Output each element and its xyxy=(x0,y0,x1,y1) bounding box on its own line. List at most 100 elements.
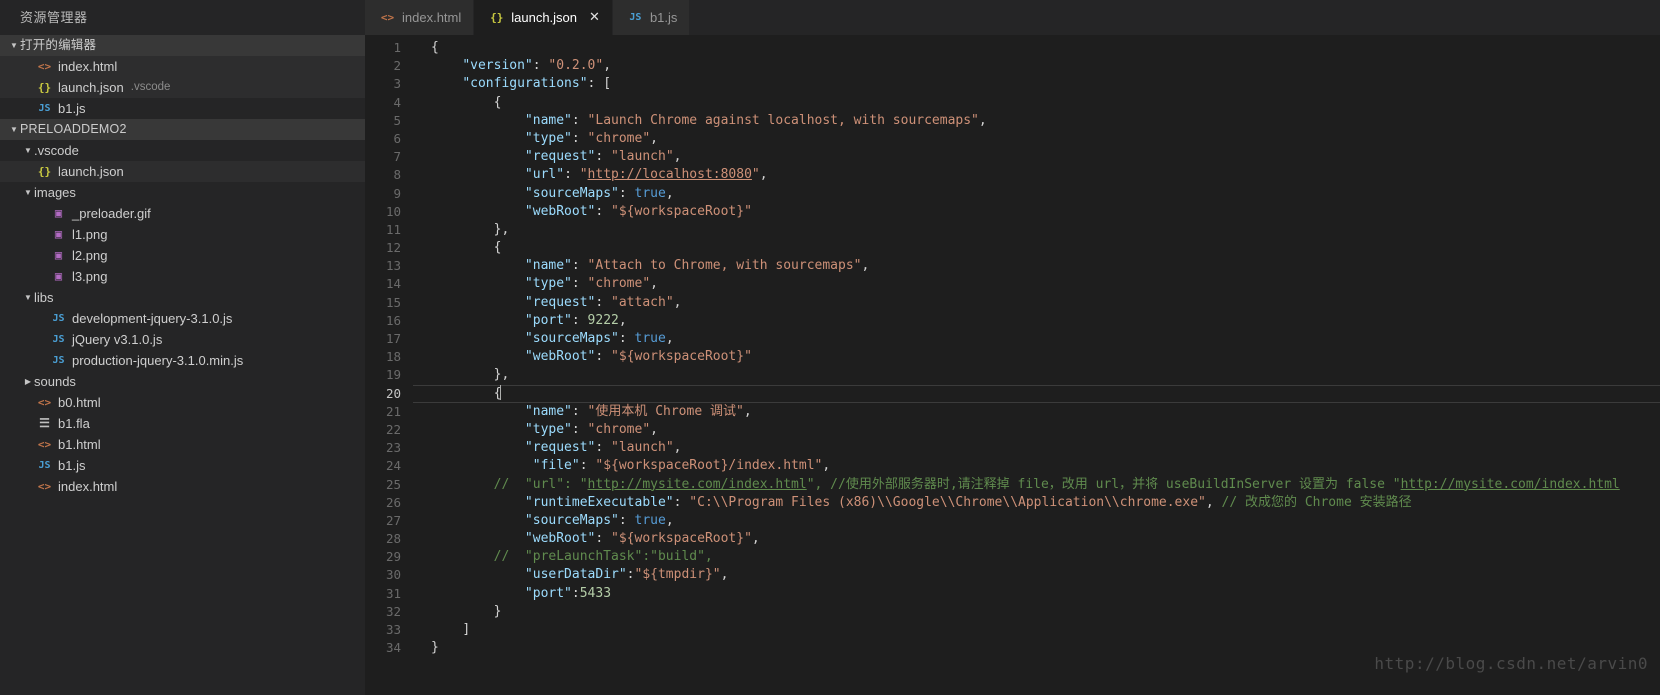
js-icon: JS xyxy=(36,98,53,119)
editor-area: <>index.html{}launch.json✕JSb1.js 1{2 "v… xyxy=(365,0,1660,695)
tree-file[interactable]: ☰b1.fla xyxy=(0,413,365,434)
chevron-down-icon[interactable]: ▼ xyxy=(22,287,34,308)
token-punc: : xyxy=(627,567,635,582)
html-icon: <> xyxy=(379,11,396,24)
token-punc: : xyxy=(619,186,635,201)
line-number: 12 xyxy=(365,239,401,257)
js-icon: JS xyxy=(50,350,67,371)
image-icon: ▣ xyxy=(50,245,67,266)
image-icon: ▣ xyxy=(50,203,67,224)
tree-file[interactable]: ▣_preloader.gif xyxy=(0,203,365,224)
close-icon[interactable]: ✕ xyxy=(589,10,600,25)
tree-file[interactable]: JSdevelopment-jquery-3.1.0.js xyxy=(0,308,365,329)
vscode-workbench: 资源管理器 ▼ 打开的编辑器 <>index.html{}launch.json… xyxy=(0,0,1660,695)
token-key: "userDataDir" xyxy=(525,567,627,582)
code-text: ] xyxy=(431,621,470,639)
open-editor-item[interactable]: JSb1.js xyxy=(0,98,365,119)
token-punc: : xyxy=(564,167,580,182)
tree-file[interactable]: ▣l2.png xyxy=(0,245,365,266)
line-number: 22 xyxy=(365,421,401,439)
chevron-down-icon[interactable]: ▼ xyxy=(22,182,34,203)
token-comlink[interactable]: http://mysite.com/index.html xyxy=(588,477,807,492)
code-text: "request": "launch", xyxy=(431,439,681,457)
text-cursor xyxy=(500,385,501,400)
tree-folder[interactable]: ▶sounds xyxy=(0,371,365,392)
tree-file[interactable]: ▣l1.png xyxy=(0,224,365,245)
token-punc: : xyxy=(572,258,588,273)
editor-tab[interactable]: JSb1.js xyxy=(613,0,690,35)
token-num: 9222 xyxy=(588,313,619,328)
token-plain xyxy=(431,331,525,346)
open-editor-item[interactable]: <>index.html xyxy=(0,56,365,77)
code-text: "request": "attach", xyxy=(431,294,681,312)
token-str: " xyxy=(752,167,760,182)
token-key: "webRoot" xyxy=(525,204,595,219)
tree-file[interactable]: JSb1.js xyxy=(0,455,365,476)
code-line: 13 "name": "Attach to Chrome, with sourc… xyxy=(365,257,1660,275)
token-punc: : xyxy=(619,513,635,528)
tree-folder[interactable]: ▼images xyxy=(0,182,365,203)
html-icon: <> xyxy=(36,476,53,497)
token-punc: , xyxy=(650,131,658,146)
token-key: "type" xyxy=(525,131,572,146)
tree-item-label: b0.html xyxy=(58,392,101,413)
editor-tab[interactable]: {}launch.json✕ xyxy=(474,0,613,35)
token-key: "webRoot" xyxy=(525,531,595,546)
token-str: "${workspaceRoot}" xyxy=(611,531,752,546)
open-editors-list: <>index.html{}launch.json.vscodeJSb1.js xyxy=(0,56,365,119)
tree-folder[interactable]: ▼.vscode xyxy=(0,140,365,161)
code-line: 6 "type": "chrome", xyxy=(365,130,1660,148)
token-punc: : xyxy=(572,131,588,146)
html-icon: <> xyxy=(36,434,53,455)
open-editor-label: launch.json xyxy=(58,77,124,98)
line-number: 32 xyxy=(365,603,401,621)
token-plain xyxy=(431,95,494,110)
tree-folder[interactable]: ▼libs xyxy=(0,287,365,308)
tree-file[interactable]: JSproduction-jquery-3.1.0.min.js xyxy=(0,350,365,371)
chevron-right-icon[interactable]: ▶ xyxy=(22,371,34,392)
tree-file[interactable]: ▣l3.png xyxy=(0,266,365,287)
tree-file[interactable]: JSjQuery v3.1.0.js xyxy=(0,329,365,350)
code-text: "url": "http://localhost:8080", xyxy=(431,166,768,184)
code-text: "name": "Attach to Chrome, with sourcema… xyxy=(431,257,869,275)
code-line: 18 "webRoot": "${workspaceRoot}" xyxy=(365,348,1660,366)
code-text: { xyxy=(431,94,501,112)
tree-file[interactable]: <>b1.html xyxy=(0,434,365,455)
chevron-down-icon[interactable]: ▼ xyxy=(22,140,34,161)
token-link[interactable]: http://localhost:8080 xyxy=(588,167,752,182)
token-plain xyxy=(431,167,525,182)
token-punc: }, xyxy=(494,222,510,237)
token-plain xyxy=(431,258,525,273)
token-key: "port" xyxy=(525,313,572,328)
open-editors-section-header[interactable]: ▼ 打开的编辑器 xyxy=(0,35,365,56)
token-plain xyxy=(431,149,525,164)
tree-file[interactable]: {}launch.json xyxy=(0,161,365,182)
token-comlink[interactable]: http://mysite.com/index.html xyxy=(1401,477,1620,492)
token-punc: { xyxy=(494,240,502,255)
project-section-header[interactable]: ▼ PRELOADDEMO2 xyxy=(0,119,365,140)
code-editor[interactable]: 1{2 "version": "0.2.0",3 "configurations… xyxy=(365,35,1660,695)
code-line: 11 }, xyxy=(365,221,1660,239)
token-key: "sourceMaps" xyxy=(525,513,619,528)
token-punc: : xyxy=(572,276,588,291)
token-punc: , xyxy=(1206,495,1222,510)
open-editor-item[interactable]: {}launch.json.vscode xyxy=(0,77,365,98)
token-com: // "preLaunchTask":"build", xyxy=(431,549,713,564)
token-key: "url" xyxy=(525,167,564,182)
tree-item-label: .vscode xyxy=(34,140,79,161)
token-punc: : xyxy=(580,458,596,473)
json-icon: {} xyxy=(36,161,53,182)
editor-tab[interactable]: <>index.html xyxy=(365,0,474,35)
token-key: "name" xyxy=(525,404,572,419)
tree-file[interactable]: <>b0.html xyxy=(0,392,365,413)
tree-item-label: l2.png xyxy=(72,245,107,266)
project-label: PRELOADDEMO2 xyxy=(20,119,127,140)
tree-file[interactable]: <>index.html xyxy=(0,476,365,497)
token-punc: : xyxy=(595,295,611,310)
token-str: "C:\\Program Files (x86)\\Google\\Chrome… xyxy=(689,495,1206,510)
line-number: 28 xyxy=(365,530,401,548)
token-punc: , xyxy=(861,258,869,273)
token-plain xyxy=(431,531,525,546)
code-line: 19 }, xyxy=(365,366,1660,384)
token-punc: : xyxy=(572,404,588,419)
